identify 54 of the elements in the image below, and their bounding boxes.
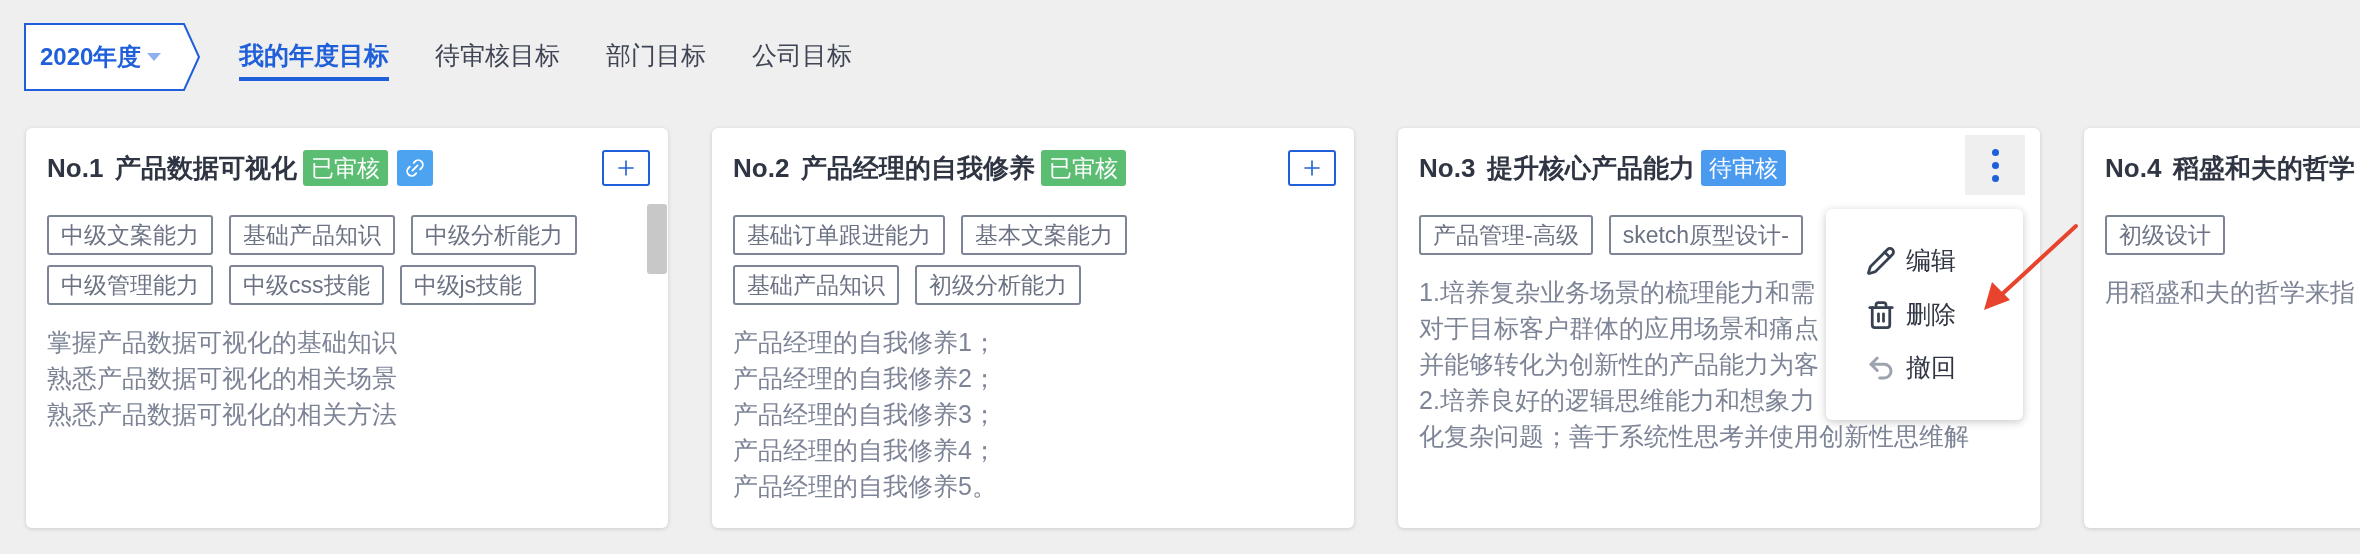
add-button[interactable] — [602, 150, 650, 186]
skill-tag: 初级分析能力 — [915, 265, 1081, 305]
tab[interactable]: 部门目标 — [606, 33, 706, 81]
goal-number: No.3 — [1419, 151, 1476, 185]
status-badge: 已审核 — [303, 150, 389, 186]
skill-tag: 中级js技能 — [399, 265, 537, 305]
description-line: 对于目标客户群体的应用场景和痛点 — [1419, 313, 1819, 344]
edit-icon — [1866, 246, 1896, 276]
skill-tag: 基础订单跟进能力 — [733, 215, 945, 255]
add-button[interactable] — [1288, 150, 1336, 186]
description-line: 产品经理的自我修养5。 — [733, 471, 997, 502]
description-line: 熟悉产品数据可视化的相关场景 — [47, 363, 397, 394]
description-line: 产品经理的自我修养4； — [733, 435, 997, 466]
goal-title: 提升核心产品能力 — [1487, 151, 1696, 185]
tab[interactable]: 我的年度目标 — [239, 33, 389, 81]
skill-tag: 基础产品知识 — [229, 215, 395, 255]
skill-tag: 中级分析能力 — [411, 215, 577, 255]
description-line: 掌握产品数据可视化的基础知识 — [47, 327, 397, 358]
skill-tag: 初级设计 — [2105, 215, 2225, 255]
menu-item[interactable]: 撤回 — [1866, 349, 2023, 387]
year-selector[interactable]: 2020年度 — [24, 23, 200, 91]
description-line: 产品经理的自我修养3； — [733, 399, 997, 430]
description-line: 熟悉产品数据可视化的相关方法 — [47, 399, 397, 430]
goal-number: No.4 — [2105, 151, 2162, 185]
goal-number: No.1 — [47, 151, 104, 185]
goal-title: 稻盛和夫的哲学 — [2173, 151, 2356, 185]
caret-icon — [147, 53, 162, 61]
description-line: 产品经理的自我修养2； — [733, 363, 997, 394]
tab[interactable]: 待审核目标 — [435, 33, 560, 81]
description-line: 产品经理的自我修养1； — [733, 327, 997, 358]
skill-tag: 基础产品知识 — [733, 265, 899, 305]
status-badge: 待审核 — [1701, 150, 1787, 186]
goal-title: 产品数据可视化 — [115, 151, 298, 185]
menu-item[interactable]: 编辑 — [1866, 242, 2023, 280]
scrollbar-thumb[interactable] — [647, 204, 667, 274]
goal-number: No.2 — [733, 151, 790, 185]
description-line: 2.培养良好的逻辑思维能力和想象力 — [1419, 385, 1815, 416]
skill-tag: 基本文案能力 — [961, 215, 1127, 255]
goal-title: 产品经理的自我修养 — [801, 151, 1036, 185]
more-button[interactable] — [1965, 135, 2025, 195]
skill-tag: 中级文案能力 — [47, 215, 213, 255]
status-badge: 已审核 — [1041, 150, 1127, 186]
skill-tag: sketch原型设计- — [1608, 215, 1803, 255]
description-line: 用稻盛和夫的哲学来指 — [2105, 277, 2355, 308]
trash-icon — [1866, 299, 1896, 330]
menu-item[interactable]: 删除 — [1866, 295, 2023, 334]
tab[interactable]: 公司目标 — [752, 33, 852, 81]
link-icon[interactable] — [397, 150, 434, 186]
skill-tag: 中级css技能 — [229, 265, 384, 305]
description-line: 1.培养复杂业务场景的梳理能力和需 — [1419, 277, 1815, 308]
skill-tag: 产品管理-高级 — [1419, 215, 1593, 255]
description-line: 化复杂问题；善于系统性思考并使用创新性思维解 — [1419, 421, 1969, 452]
skill-tag: 中级管理能力 — [47, 265, 213, 305]
description-line: 并能够转化为创新性的产品能力为客 — [1419, 349, 1819, 380]
